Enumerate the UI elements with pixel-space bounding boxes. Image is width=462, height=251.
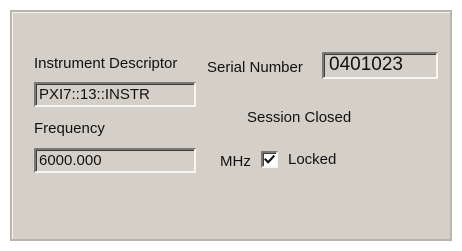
serial-number-label: Serial Number — [207, 59, 303, 76]
locked-checkbox[interactable] — [261, 151, 278, 168]
locked-label[interactable]: Locked — [288, 151, 336, 169]
frequency-field[interactable]: 6000.000 — [34, 148, 196, 173]
instrument-descriptor-field[interactable]: PXI7::13::INSTR — [34, 82, 196, 107]
instrument-descriptor-label: Instrument Descriptor — [34, 55, 178, 72]
instrument-panel: Instrument Descriptor PXI7::13::INSTR Fr… — [10, 10, 452, 241]
check-icon — [264, 154, 275, 164]
frequency-label: Frequency — [34, 120, 105, 137]
frequency-unit-label: MHz — [220, 153, 251, 170]
session-status-label: Session Closed — [247, 109, 352, 126]
serial-number-field[interactable]: 0401023 — [322, 52, 438, 79]
